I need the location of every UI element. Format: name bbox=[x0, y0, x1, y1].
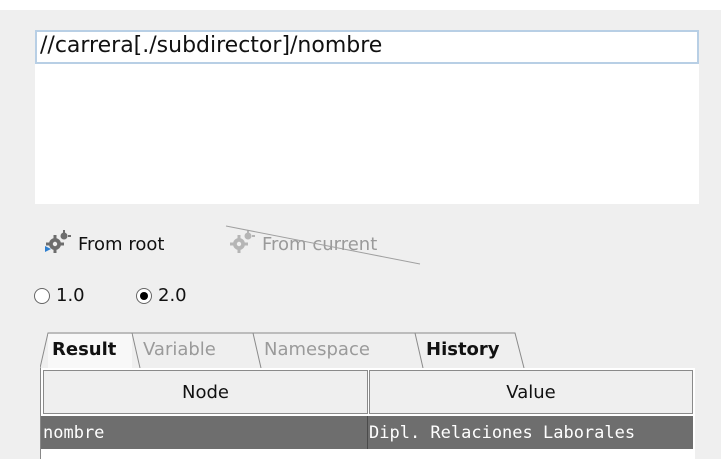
gear-run-icon bbox=[44, 229, 72, 260]
radio-button-icon[interactable] bbox=[34, 287, 50, 304]
from-root-button[interactable]: From root bbox=[44, 229, 164, 259]
results-table: Node Value nombre Dipl. Relaciones Labor… bbox=[40, 368, 695, 459]
window-top-strip bbox=[0, 0, 721, 10]
tab-result-label: Result bbox=[52, 338, 117, 360]
from-root-label: From root bbox=[78, 233, 165, 255]
tab-namespace[interactable]: Namespace bbox=[262, 330, 372, 368]
tab-history-label: History bbox=[426, 338, 500, 360]
table-row[interactable]: nombre Dipl. Relaciones Laborales bbox=[41, 416, 693, 449]
from-current-button[interactable]: From current bbox=[228, 229, 377, 259]
cell-value: Dipl. Relaciones Laborales bbox=[369, 422, 636, 443]
xpath-expression[interactable]: //carrera[./subdirector]/nombre bbox=[40, 33, 382, 58]
column-header-node[interactable]: Node bbox=[43, 370, 368, 414]
cell-divider bbox=[367, 416, 368, 449]
cell-node: nombre bbox=[43, 422, 105, 443]
version-2-0-label: 2.0 bbox=[158, 285, 187, 306]
tab-variable[interactable]: Variable bbox=[141, 330, 218, 368]
gear-run-disabled-icon bbox=[228, 229, 256, 260]
result-tabs: Result Variable Namespace History bbox=[40, 330, 600, 370]
version-1-0-label: 1.0 bbox=[56, 285, 85, 306]
xpath-current-line[interactable]: //carrera[./subdirector]/nombre bbox=[35, 30, 699, 64]
version-2-0-radio[interactable]: 2.0 bbox=[136, 285, 187, 306]
from-current-label: From current bbox=[262, 233, 378, 255]
xpath-editor[interactable]: //carrera[./subdirector]/nombre bbox=[35, 30, 699, 204]
tab-result[interactable]: Result bbox=[50, 330, 118, 368]
tab-variable-label: Variable bbox=[143, 338, 216, 360]
radio-button-selected-icon[interactable] bbox=[136, 287, 152, 304]
tab-history[interactable]: History bbox=[424, 330, 502, 368]
tab-namespace-label: Namespace bbox=[264, 338, 370, 360]
version-1-0-radio[interactable]: 1.0 bbox=[34, 285, 85, 306]
column-header-value[interactable]: Value bbox=[369, 370, 693, 414]
